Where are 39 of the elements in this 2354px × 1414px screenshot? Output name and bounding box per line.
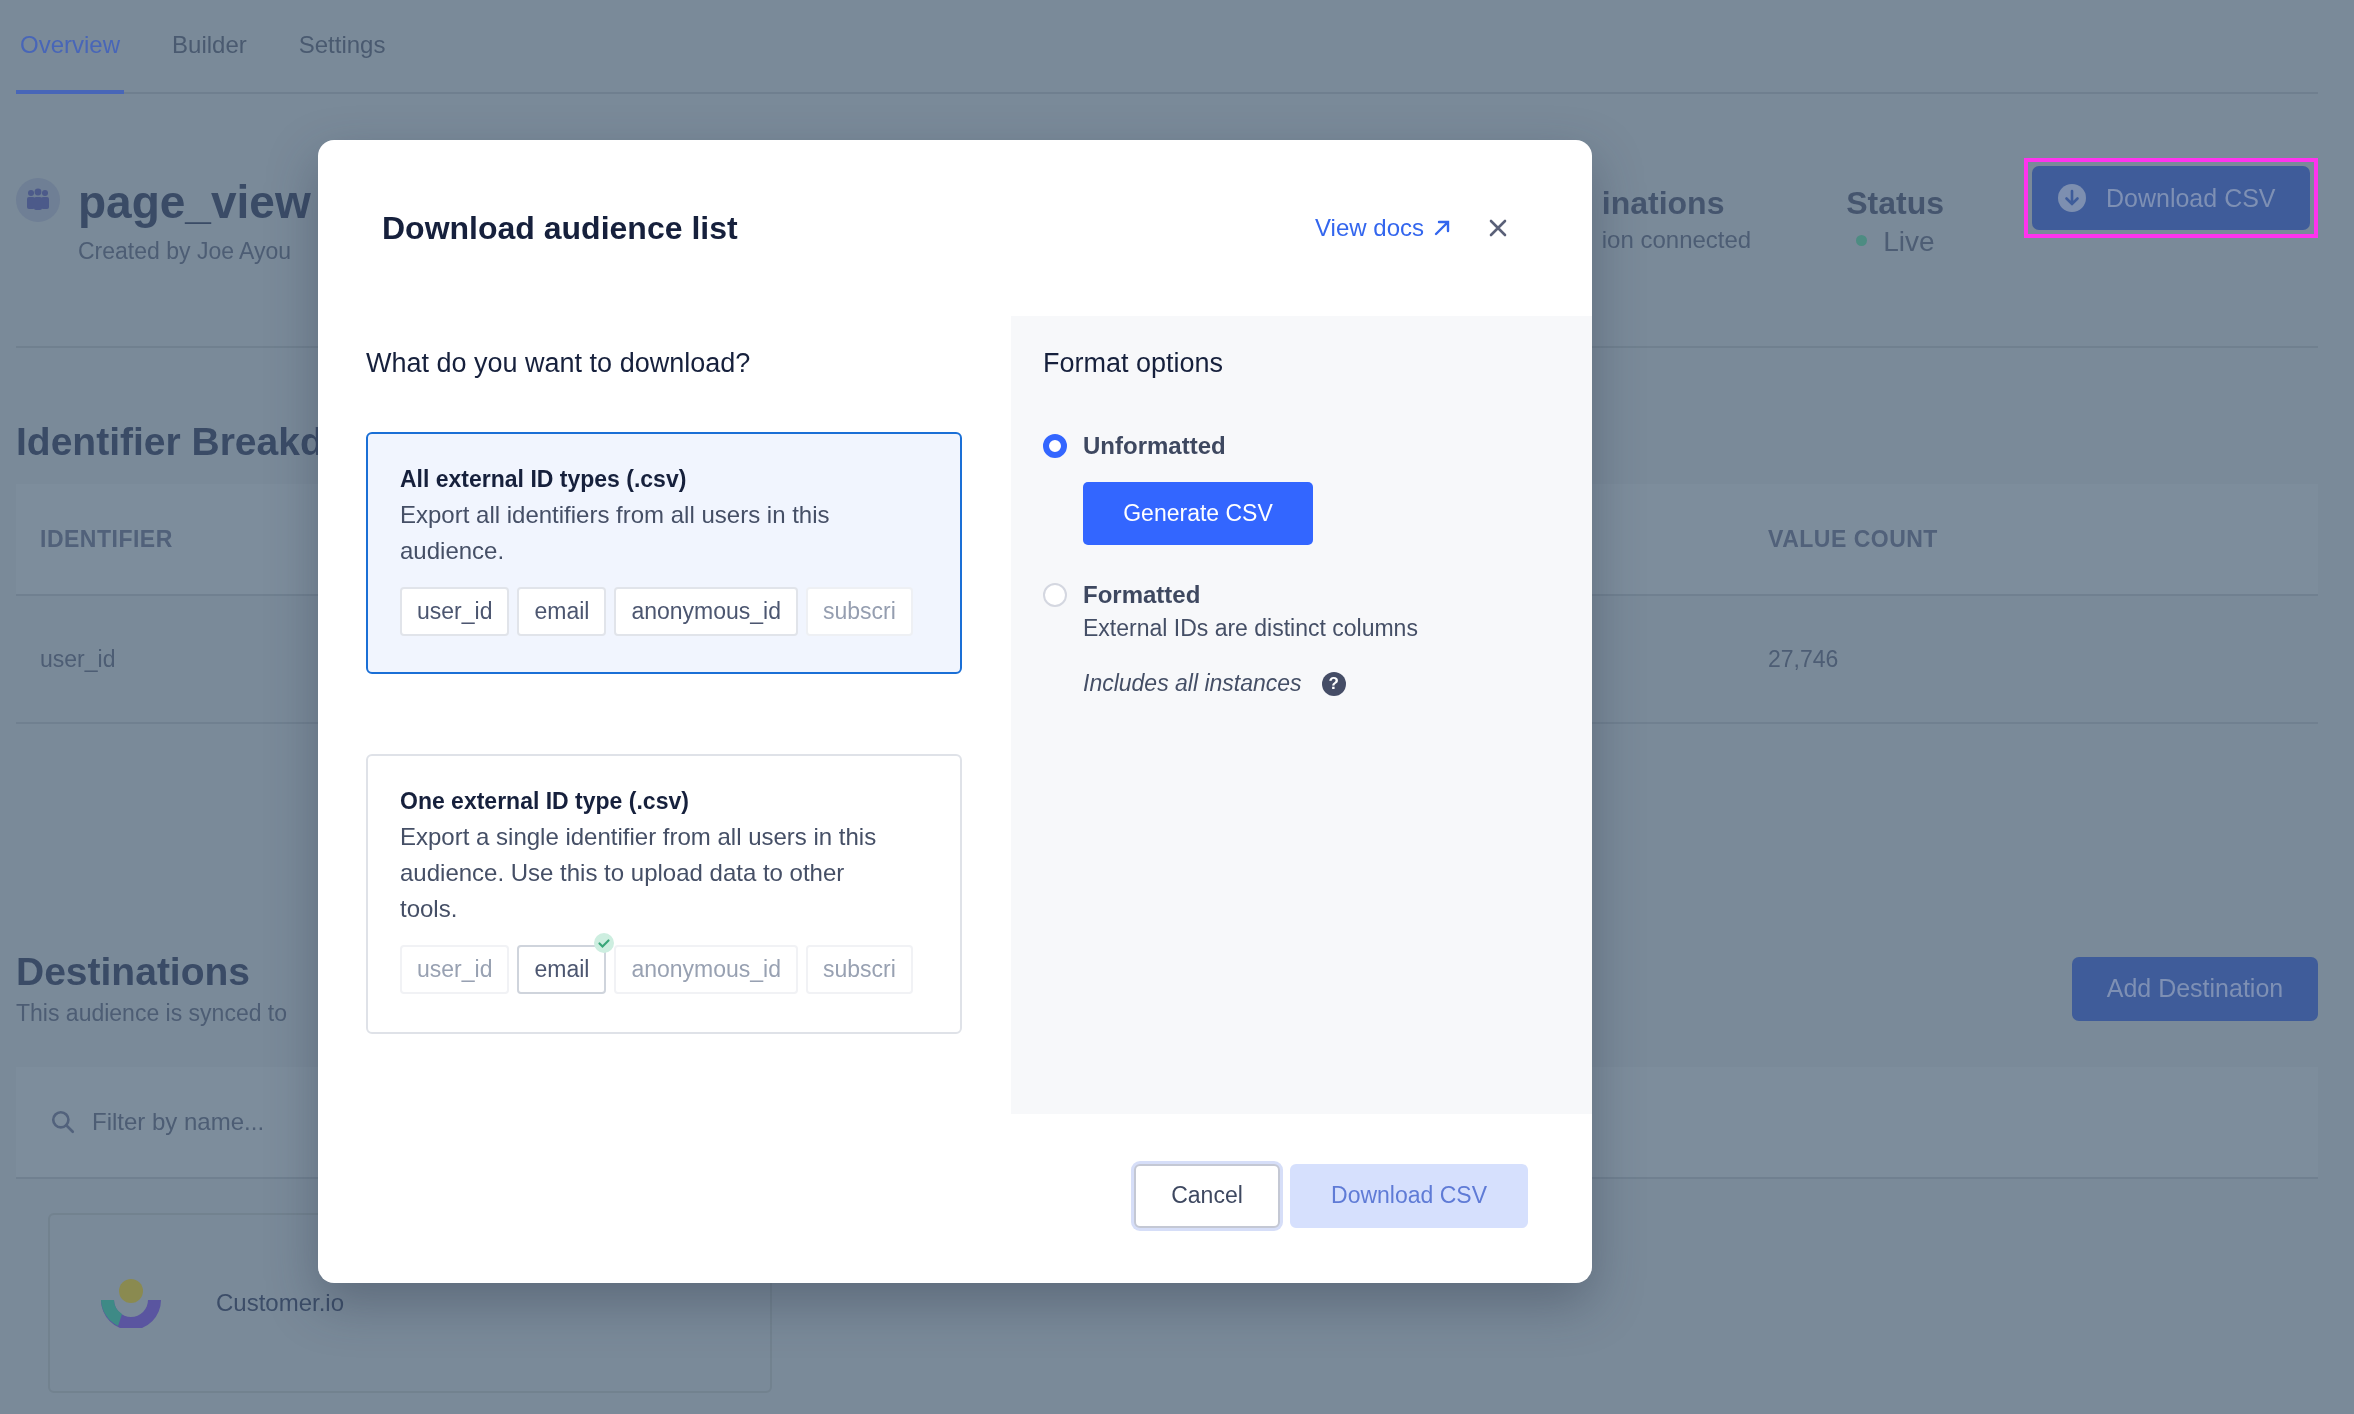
dialog-title: Download audience list xyxy=(382,209,739,247)
help-icon[interactable]: ? xyxy=(1321,671,1346,696)
format-heading: Format options xyxy=(1043,348,1225,380)
format-note: Includes all instances xyxy=(1083,670,1302,697)
view-docs-link[interactable]: View docs xyxy=(1315,214,1452,242)
identifier-chip: subscri xyxy=(806,587,913,636)
destination-name: Customer.io xyxy=(216,1289,345,1317)
identifier-chip[interactable]: user_id xyxy=(400,945,510,994)
status-dot xyxy=(1856,234,1868,246)
download-csv-button[interactable]: Download CSV xyxy=(2032,166,2310,230)
audience-title: page_view xyxy=(78,178,311,226)
people-icon xyxy=(16,178,60,222)
generate-csv-button[interactable]: Generate CSV xyxy=(1083,482,1313,545)
identifier-chip: user_id xyxy=(400,587,510,636)
identifier-chip[interactable]: subscri xyxy=(806,945,913,994)
identifier-chip[interactable]: email xyxy=(517,945,607,994)
download-option-card[interactable]: All external ID types (.csv) Export all identifiers from all users in this audience. user_id email anonymous_id subscri xyxy=(366,432,962,674)
option-title: One external ID type (.csv) xyxy=(400,788,690,815)
format-description: External IDs are distinct columns xyxy=(1083,615,1419,642)
identifier-chip[interactable]: anonymous_id xyxy=(614,945,798,994)
check-badge-icon xyxy=(594,933,615,953)
external-arrow-icon xyxy=(1432,218,1452,238)
identifier-chip: email xyxy=(517,587,607,636)
section-title: Destinations xyxy=(16,950,252,994)
download-option-card[interactable]: One external ID type (.csv) Export a single identifier from all users in this audience. Use this to upload data to other tools. user_id email anonymous_id subscri xyxy=(366,754,962,1034)
option-description: Export a single identifier from all users in this audience. Use this to upload data to other tools. xyxy=(400,822,878,924)
close-icon xyxy=(1488,218,1508,238)
identifier-chip: anonymous_id xyxy=(614,587,798,636)
logo-icon xyxy=(98,1278,164,1328)
option-title: All external ID types (.csv) xyxy=(400,466,688,493)
option-description: Export all identifiers from all users in this audience. xyxy=(400,500,831,566)
cancel-button[interactable]: Cancel xyxy=(1134,1163,1280,1228)
search-icon xyxy=(50,1109,76,1135)
radio-label: Unformatted xyxy=(1083,432,1226,460)
question-heading: What do you want to download? xyxy=(366,348,752,380)
radio-label: Formatted xyxy=(1083,581,1201,609)
download-icon xyxy=(2058,184,2086,212)
add-destination-button[interactable]: Add Destination xyxy=(2072,956,2318,1021)
radio-button[interactable] xyxy=(1043,434,1067,458)
